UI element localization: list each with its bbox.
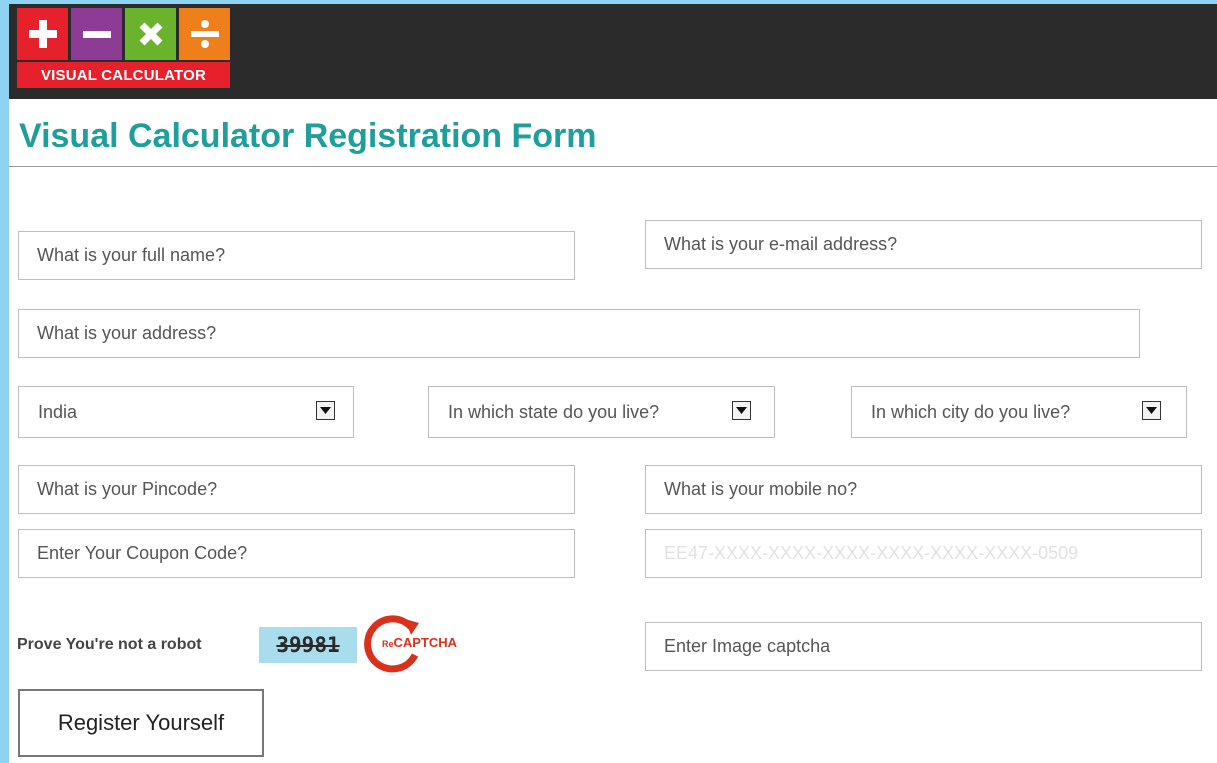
logo-banner: VISUAL CALCULATOR — [17, 62, 230, 88]
plus-tile — [17, 8, 68, 60]
recaptcha-wordmark: ReCAPTCHA — [382, 635, 458, 650]
recaptcha-logo: ReCAPTCHA — [361, 613, 473, 677]
divide-icon — [190, 20, 219, 48]
captcha-code: 39981 — [276, 633, 340, 657]
serial-key-input[interactable] — [645, 529, 1202, 578]
chevron-down-icon[interactable] — [316, 401, 335, 420]
page-frame: VISUAL CALCULATOR Visual Calculator Regi… — [9, 4, 1217, 763]
country-select-value: India — [38, 402, 78, 422]
state-select-placeholder: In which state do you live? — [448, 402, 660, 422]
city-select[interactable]: In which city do you live? — [851, 386, 1187, 438]
multiply-tile — [125, 8, 176, 60]
minus-tile — [71, 8, 122, 60]
pincode-input[interactable] — [18, 465, 575, 514]
minus-icon — [82, 31, 111, 38]
title-divider — [9, 166, 1217, 167]
chevron-down-icon[interactable] — [732, 401, 751, 420]
visual-calculator-logo[interactable]: VISUAL CALCULATOR — [17, 8, 230, 88]
state-select[interactable]: In which state do you live? — [428, 386, 775, 438]
captcha-label: Prove You're not a robot — [17, 636, 202, 653]
email-input[interactable] — [645, 220, 1202, 269]
plus-icon — [28, 20, 57, 48]
mobile-input[interactable] — [645, 465, 1202, 514]
page-title: Visual Calculator Registration Form — [19, 117, 597, 155]
city-select-placeholder: In which city do you live? — [871, 402, 1071, 422]
captcha-input[interactable] — [645, 622, 1202, 671]
country-select[interactable]: India — [18, 386, 354, 438]
captcha-image: 39981 — [259, 627, 357, 663]
multiply-icon — [139, 22, 162, 46]
address-input[interactable] — [18, 309, 1140, 358]
divide-tile — [179, 8, 230, 60]
coupon-code-input[interactable] — [18, 529, 575, 578]
top-bar: VISUAL CALCULATOR — [9, 4, 1217, 99]
full-name-input[interactable] — [18, 231, 575, 280]
register-button[interactable]: Register Yourself — [18, 689, 264, 757]
chevron-down-icon[interactable] — [1142, 401, 1161, 420]
